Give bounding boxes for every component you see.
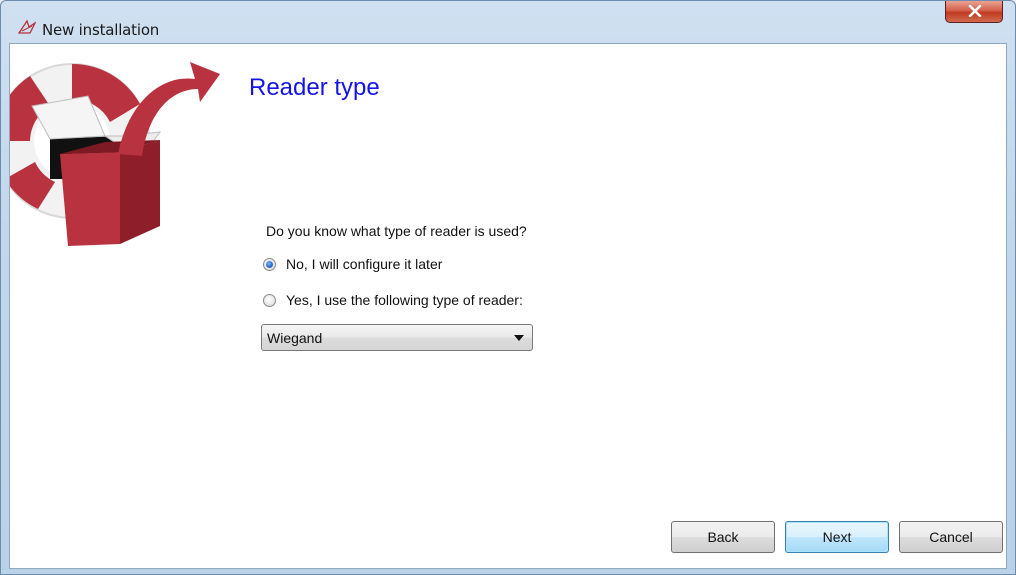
use-reader-type-label[interactable]: Yes, I use the following type of reader: bbox=[286, 292, 523, 308]
page-heading: Reader type bbox=[249, 74, 380, 101]
installation-window: New installation Reader type Do you know… bbox=[0, 0, 1016, 575]
window-title: New installation bbox=[42, 21, 160, 39]
option-configure-later[interactable]: No, I will configure it later bbox=[263, 256, 442, 272]
back-button[interactable]: Back bbox=[671, 521, 775, 553]
reader-type-dropdown[interactable]: Wiegand bbox=[261, 324, 533, 351]
title-bar[interactable]: New installation bbox=[1, 1, 1015, 43]
use-reader-type-radio[interactable] bbox=[263, 293, 276, 307]
option-use-reader-type[interactable]: Yes, I use the following type of reader: bbox=[263, 292, 523, 308]
configure-later-label[interactable]: No, I will configure it later bbox=[286, 256, 442, 272]
wizard-app-icon bbox=[17, 19, 37, 35]
reader-type-value: Wiegand bbox=[267, 330, 323, 346]
cancel-button[interactable]: Cancel bbox=[899, 521, 1003, 553]
chevron-down-icon bbox=[514, 335, 524, 341]
close-icon bbox=[968, 5, 982, 17]
next-button[interactable]: Next bbox=[785, 521, 889, 553]
wizard-content: Reader type Do you know what type of rea… bbox=[9, 43, 1007, 569]
open-box-logo bbox=[10, 62, 220, 246]
reader-question: Do you know what type of reader is used? bbox=[266, 223, 527, 239]
close-button[interactable] bbox=[945, 1, 1003, 23]
configure-later-radio[interactable] bbox=[263, 257, 276, 271]
